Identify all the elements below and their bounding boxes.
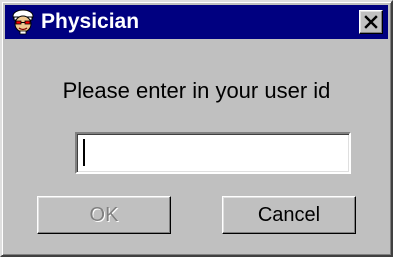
ok-button-label: OK	[89, 204, 119, 226]
close-x-icon	[364, 15, 378, 29]
title-bar[interactable]: Physician	[5, 5, 388, 39]
window-title: Physician	[41, 10, 140, 33]
cancel-button-label: Cancel	[257, 204, 321, 226]
dialog-window: Physician Please enter in your user id O…	[0, 0, 393, 257]
text-caret	[83, 139, 85, 166]
user-id-input[interactable]	[75, 132, 351, 174]
cancel-button[interactable]: Cancel	[222, 196, 356, 234]
close-button[interactable]	[359, 10, 383, 34]
ok-button[interactable]: OK	[37, 196, 171, 234]
physician-app-icon	[10, 9, 36, 35]
user-id-prompt: Please enter in your user id	[62, 78, 331, 103]
